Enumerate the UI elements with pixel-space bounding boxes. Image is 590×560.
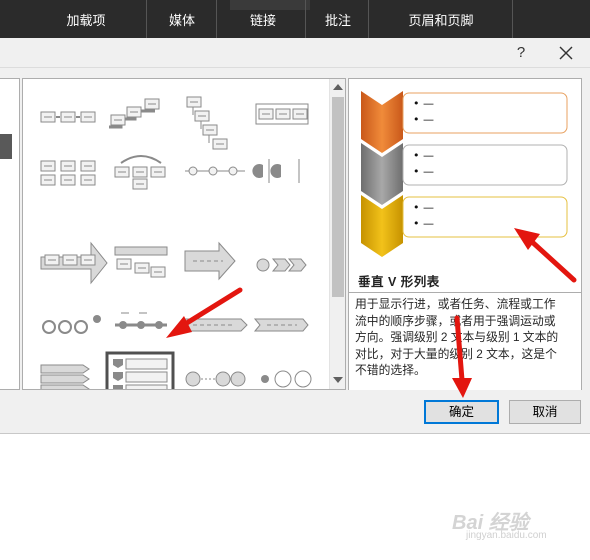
gallery-scrollbar[interactable]	[329, 79, 345, 389]
tab-header-footer[interactable]: 页眉和页脚	[396, 0, 486, 38]
cancel-button[interactable]: 取消	[509, 400, 581, 424]
scroll-up-icon[interactable]	[333, 84, 343, 90]
close-icon	[559, 46, 573, 60]
ribbon-divider	[305, 0, 306, 38]
help-button[interactable]: ?	[510, 42, 532, 64]
layout-upward-arrow[interactable]	[184, 241, 236, 281]
dialog-titlebar: ?	[0, 38, 590, 68]
watermark-url: jingyan.baidu.com	[466, 530, 547, 541]
screen: 加载项 媒体 链接 批注 页眉和页脚 ? • — • — • — • — • —…	[0, 0, 590, 560]
layout-circle-arrows[interactable]	[185, 371, 246, 387]
layout-vertical-chevron-list[interactable]	[105, 351, 175, 390]
ribbon-divider	[368, 0, 369, 38]
layout-circle-arrow-process[interactable]	[115, 312, 167, 329]
layout-hierarchy-process[interactable]	[186, 96, 228, 150]
preview-description: 用于显示行进，或者任务、流程或工作 流中的顺序步骤，或者用于强调运动或 方向。强…	[349, 292, 581, 390]
scroll-thumb[interactable]	[332, 97, 344, 297]
layout-nested-circles[interactable]	[261, 370, 312, 388]
ribbon-divider	[512, 0, 513, 38]
tab-addins[interactable]: 加载项	[56, 0, 116, 38]
layout-step-up-process[interactable]	[109, 98, 160, 129]
tab-links[interactable]: 链接	[238, 0, 288, 38]
preview-graphic: • — • — • — • — • — • —	[361, 91, 568, 257]
preview-bullet: • —	[413, 217, 434, 230]
layout-circle-accent-timeline[interactable]	[252, 159, 300, 183]
preview-bullet: • —	[413, 97, 434, 110]
preview-bullet: • —	[413, 149, 434, 162]
ribbon: 加载项 媒体 链接 批注 页眉和页脚	[0, 0, 590, 38]
layout-chevron-list[interactable]	[253, 318, 309, 332]
layout-process-arrows[interactable]	[40, 241, 108, 285]
layout-basic-process[interactable]	[40, 111, 96, 123]
layout-stepped-arrow[interactable]	[184, 318, 248, 332]
ribbon-divider	[216, 0, 217, 38]
layout-basic-timeline[interactable]	[185, 166, 245, 176]
layout-thumbnails[interactable]	[23, 79, 329, 390]
scroll-down-icon[interactable]	[333, 377, 343, 383]
layout-grouped-process[interactable]	[255, 103, 309, 125]
layout-continuous-block[interactable]	[114, 155, 166, 190]
category-list[interactable]	[0, 78, 20, 390]
ribbon-divider	[146, 0, 147, 38]
layout-gallery[interactable]	[22, 78, 346, 390]
tab-media[interactable]: 媒体	[160, 0, 204, 38]
smartart-dialog: ? • — • — • — • — • — • — 垂直 V 形列表 用于显示行…	[0, 38, 590, 434]
preview-bullet: • —	[413, 113, 434, 126]
close-button[interactable]	[555, 42, 577, 64]
layout-chevron-accent[interactable]	[256, 258, 307, 272]
preview-chevron-1	[361, 91, 403, 153]
category-selected[interactable]	[0, 134, 12, 159]
preview-title: 垂直 V 形列表	[358, 275, 440, 289]
layout-alternating-flow[interactable]	[40, 160, 96, 186]
layout-accent-process[interactable]	[114, 246, 168, 278]
tab-comments[interactable]: 批注	[316, 0, 360, 38]
layout-vertical-chevron-stack[interactable]	[40, 364, 90, 390]
ok-button[interactable]: 确定	[424, 400, 499, 424]
layout-circle-process[interactable]	[42, 315, 101, 334]
preview-bullet: • —	[413, 165, 434, 178]
preview-bullet: • —	[413, 201, 434, 214]
